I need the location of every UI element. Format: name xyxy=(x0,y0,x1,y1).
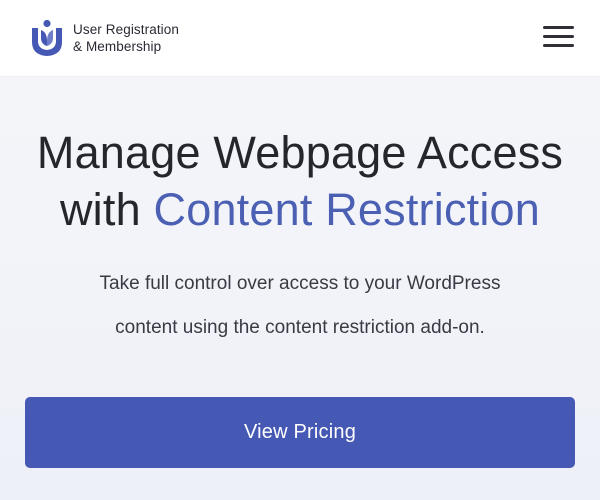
logo-text-line1: User Registration xyxy=(73,22,179,37)
hero-title-line2-prefix: with xyxy=(59,184,154,235)
hero-title-accent: Content Restriction xyxy=(153,184,540,235)
logo-text: User Registration & Membership xyxy=(73,21,179,55)
site-logo-link[interactable]: User Registration & Membership xyxy=(30,19,179,57)
hero-subtitle-line1: Take full control over access to your Wo… xyxy=(99,273,501,294)
site-header: User Registration & Membership xyxy=(0,0,600,76)
user-registration-logo-icon xyxy=(32,19,62,56)
hero-subtitle: Take full control over access to your Wo… xyxy=(0,262,600,350)
hamburger-menu-icon xyxy=(543,26,574,29)
hero-subtitle-line2: content using the content restriction ad… xyxy=(115,317,485,338)
view-pricing-button[interactable]: View Pricing xyxy=(25,397,575,468)
hamburger-menu-button[interactable] xyxy=(543,24,574,50)
hero-title: Manage Webpage Access with Content Restr… xyxy=(0,124,600,238)
hero-title-line1: Manage Webpage Access xyxy=(36,127,564,178)
logo-text-line2: & Membership xyxy=(73,39,162,54)
